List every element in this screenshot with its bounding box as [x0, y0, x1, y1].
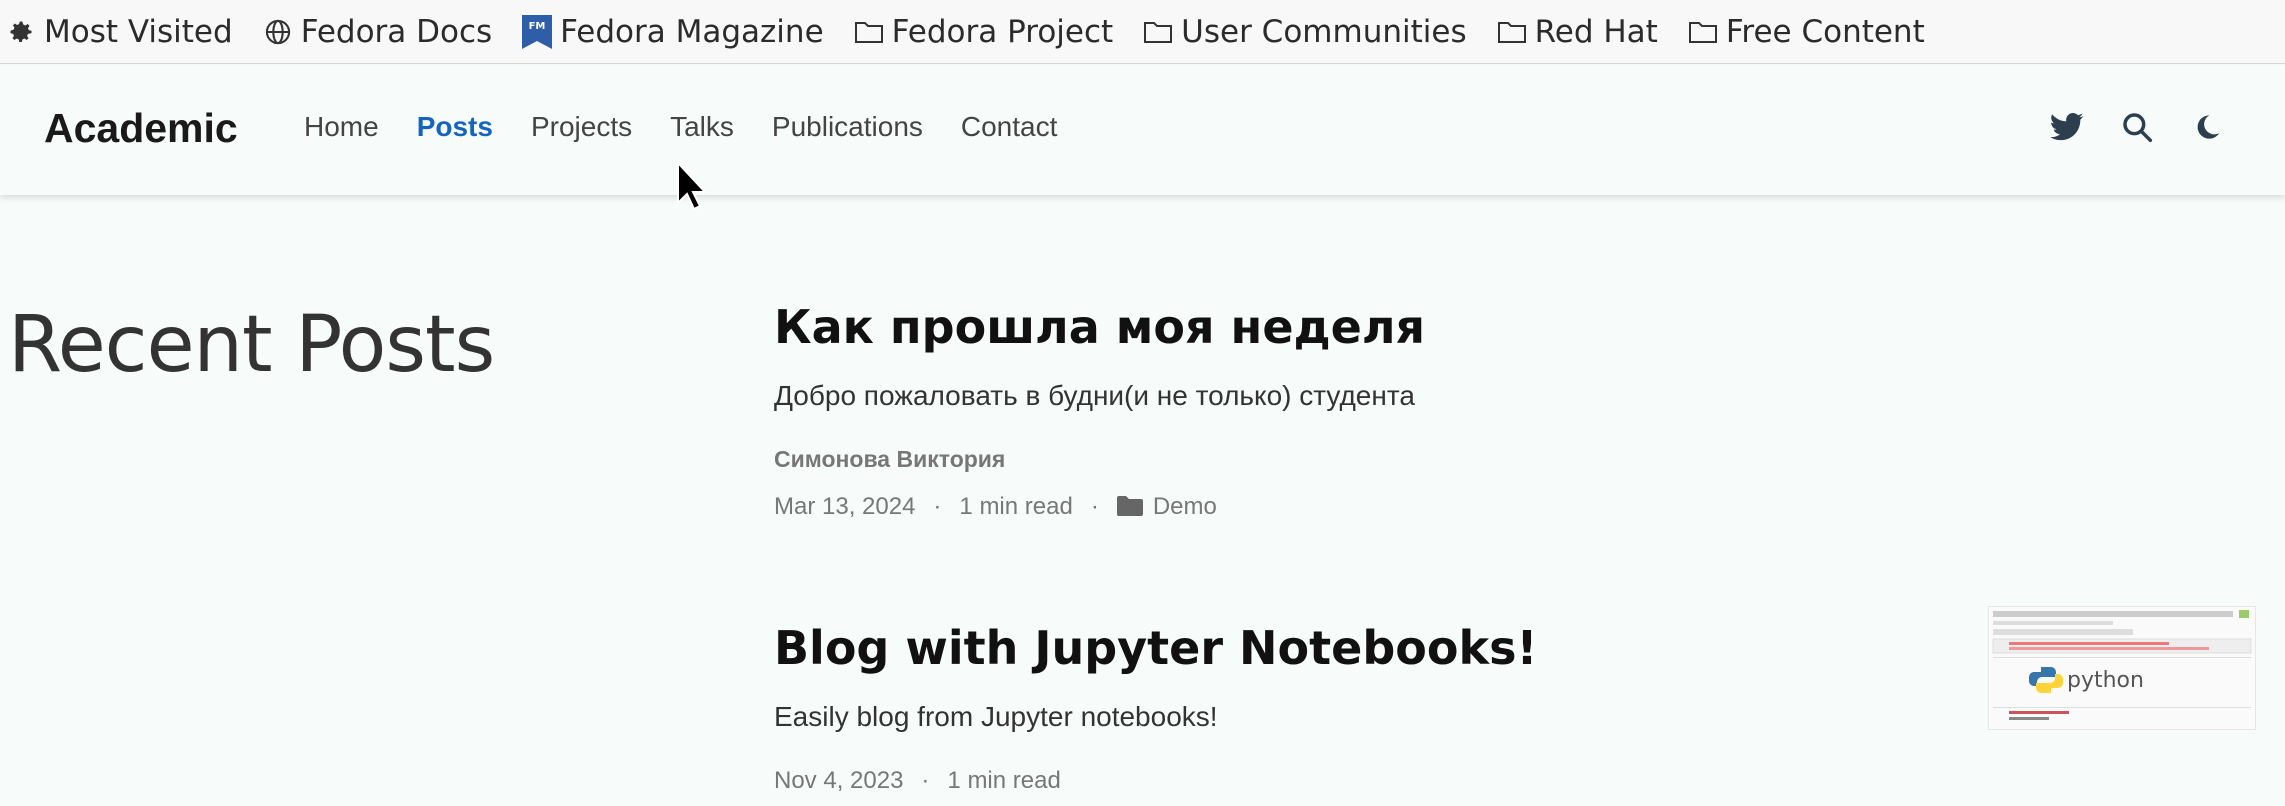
post-thumbnail[interactable]: python [1988, 606, 2256, 730]
bookmark-label: Free Content [1725, 13, 1925, 50]
bookmark-user-communities[interactable]: User Communities [1143, 0, 1467, 64]
post-date: Mar 13, 2024 [774, 493, 916, 520]
mouse-cursor-icon [676, 160, 708, 211]
post-read-time: 1 min read [959, 493, 1073, 520]
thumbnail-text: python [2067, 668, 2144, 693]
bookmark-label: Most Visited [44, 13, 233, 50]
bookmark-label: User Communities [1181, 13, 1467, 50]
site-navbar: Academic Home Posts Projects Talks Publi… [0, 65, 2285, 195]
nav-home[interactable]: Home [304, 111, 379, 143]
globe-icon [263, 17, 293, 47]
post-item: Как прошла моя неделя Добро пожаловать в… [774, 300, 1974, 521]
fedora-magazine-icon: FM [522, 14, 553, 49]
twitter-icon[interactable] [2049, 109, 2085, 145]
bookmark-fedora-magazine[interactable]: FM Fedora Magazine [522, 0, 824, 64]
bookmark-red-hat[interactable]: Red Hat [1497, 0, 1658, 64]
bookmark-most-visited[interactable]: Most Visited [6, 0, 233, 64]
bookmark-fedora-docs[interactable]: Fedora Docs [263, 0, 492, 64]
search-icon[interactable] [2119, 109, 2155, 145]
nav-posts[interactable]: Posts [417, 111, 493, 143]
post-summary: Добро пожаловать в будни(и не только) ст… [774, 380, 1415, 411]
post-item: Blog with Jupyter Notebooks! Easily blog… [774, 621, 1974, 795]
svg-text:FM: FM [529, 21, 546, 32]
bookmark-label: Fedora Project [891, 13, 1114, 50]
bookmark-label: Fedora Docs [300, 13, 493, 50]
folder-icon [1497, 17, 1527, 47]
nav-projects[interactable]: Projects [531, 111, 632, 143]
post-meta: Mar 13, 2024 · 1 min read · Demo [774, 493, 1974, 521]
bookmark-fedora-project[interactable]: Fedora Project [854, 0, 1114, 64]
meta-separator: · [933, 493, 942, 520]
folder-icon [854, 17, 884, 47]
gear-icon [6, 17, 36, 47]
bookmark-free-content[interactable]: Free Content [1688, 0, 1925, 64]
nav-tools [2015, 109, 2225, 145]
meta-separator: · [1090, 493, 1099, 520]
post-read-time: 1 min read [947, 767, 1061, 794]
folder-icon [1143, 17, 1173, 47]
moon-icon[interactable] [2189, 109, 2225, 145]
site-brand[interactable]: Academic [44, 105, 238, 152]
bookmark-label: Red Hat [1534, 13, 1658, 50]
page-title: Recent Posts [8, 300, 495, 390]
nav-talks[interactable]: Talks [670, 111, 734, 143]
post-title[interactable]: Blog with Jupyter Notebooks! [774, 621, 1974, 675]
post-date: Nov 4, 2023 [774, 767, 904, 794]
post-category[interactable]: Demo [1153, 493, 1217, 521]
post-meta: Nov 4, 2023 · 1 min read [774, 767, 1974, 795]
folder-icon [1116, 496, 1145, 518]
post-author[interactable]: Симонова Виктория [774, 446, 1974, 473]
nav-publications[interactable]: Publications [772, 111, 923, 143]
bookmark-label: Fedora Magazine [560, 13, 824, 50]
post-title[interactable]: Как прошла моя неделя [774, 300, 1974, 354]
meta-separator: · [921, 767, 930, 794]
folder-icon [1688, 17, 1718, 47]
bookmarks-toolbar: Most Visited Fedora Docs FM Fedora Magaz… [0, 0, 2285, 64]
post-summary: Easily blog from Jupyter notebooks! [774, 701, 1218, 732]
nav-links: Home Posts Projects Talks Publications C… [304, 111, 1095, 143]
nav-contact[interactable]: Contact [961, 111, 1058, 143]
